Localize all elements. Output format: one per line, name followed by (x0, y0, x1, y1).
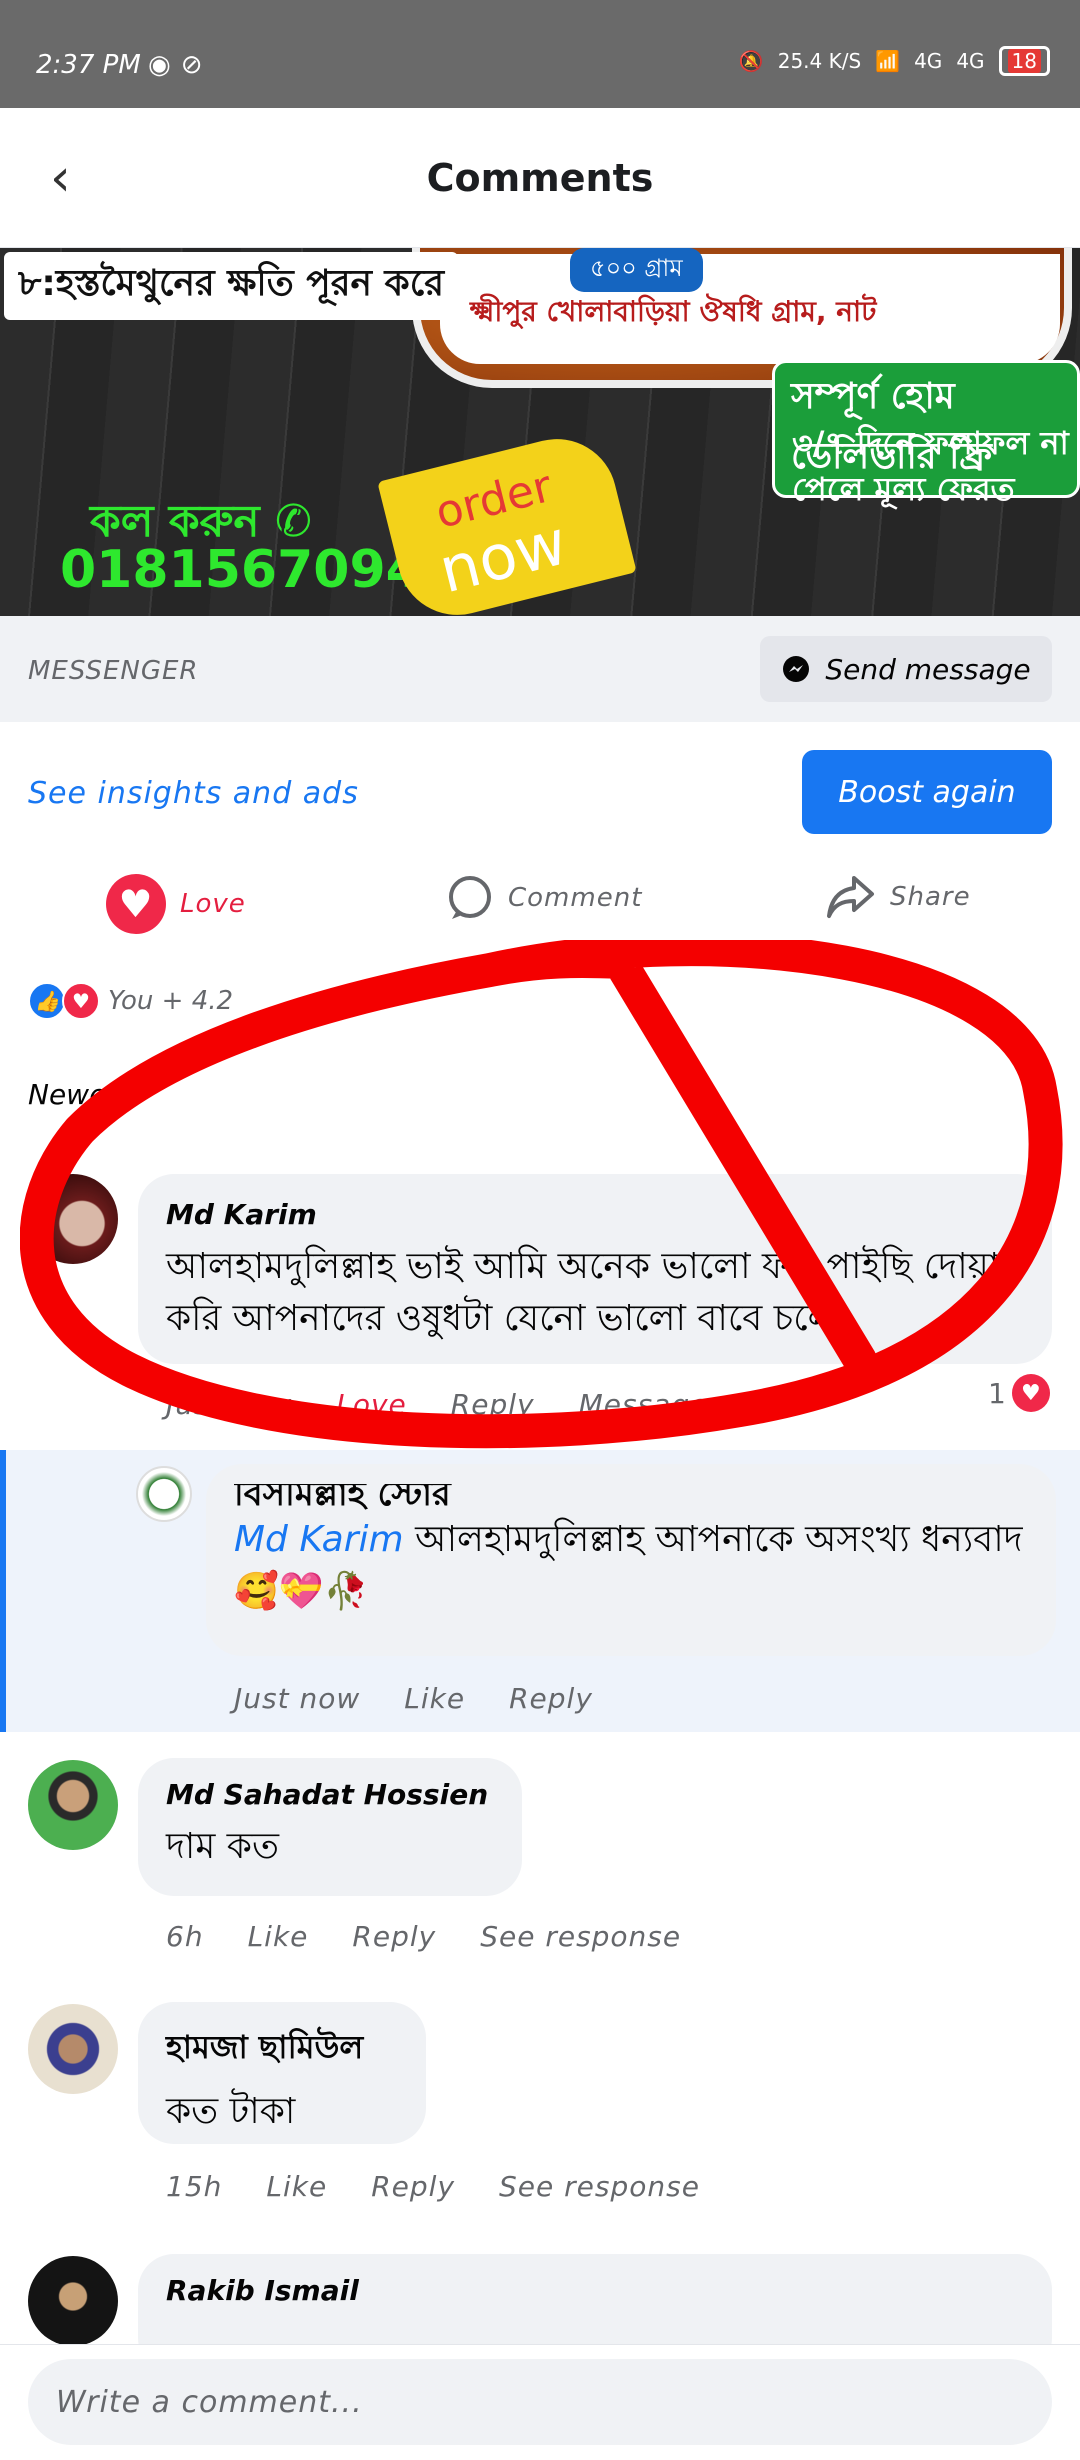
jar-weight-badge: ৫০০ গ্রাম (570, 248, 703, 292)
signal-1: 4G (914, 49, 943, 73)
comment-time: 15h (166, 2170, 223, 2203)
love-reaction-link[interactable]: Love (336, 1388, 407, 1421)
reply-thread: বিসমিল্লাহ স্টোর Md Karim আলহামদুলিল্লাহ… (0, 1450, 1080, 1732)
comment-author[interactable]: Rakib Ismail (166, 2274, 1024, 2307)
order-now-badge: order now (377, 426, 637, 616)
reply-text: Md Karim আলহামদুলিল্লাহ আপনাকে অসংখ্য ধন… (234, 1519, 1023, 1612)
comment-meta: Just now Love Reply Message (166, 1388, 708, 1421)
guarantee-text: ৩/৭ দিনে ফলাফল না পেলে মূল্য ফেরত (792, 424, 1069, 508)
share-icon (827, 876, 874, 918)
comment-meta: 6h Like Reply See response (166, 1920, 681, 1953)
love-reaction-icon: ♥ (62, 982, 100, 1020)
post-actions: ♥ Love Comment Share (0, 870, 1080, 940)
avatar[interactable] (28, 1760, 118, 1850)
see-response-link[interactable]: See response (499, 2170, 700, 2203)
ad-banner-image[interactable]: ক্ষ্মীপুর খোলাবাড়িয়া ঔষধি গ্রাম, নাট ৫… (0, 248, 1080, 616)
status-right: 🔕 25.4 K/S 📶 4G 4G 18 (739, 46, 1050, 76)
comment-text: দাম কত (166, 1826, 279, 1867)
reply-link[interactable]: Reply (451, 1388, 535, 1421)
see-response-link[interactable]: See response (480, 1920, 681, 1953)
send-message-button[interactable]: Send message (760, 636, 1052, 702)
reaction-count: You + 4.2 (108, 986, 234, 1016)
heart-icon: ♥ (1011, 1374, 1050, 1412)
status-time: 2:37 PM (36, 50, 141, 80)
messenger-bar: MESSENGER Send message (0, 616, 1080, 722)
reaction-summary[interactable]: 👍 ♥ You + 4.2 (28, 982, 233, 1020)
top-app-bar: ‹ Comments (0, 108, 1080, 248)
banner-tagline: ৮:হস্তমৈথুনের ক্ষতি পূরন করে (4, 252, 458, 320)
page-avatar[interactable] (136, 1466, 192, 1522)
reply-link[interactable]: Reply (371, 2170, 455, 2203)
comment-text: আলহামদুলিল্লাহ ভাই আমি অনেক ভালো ফল পাইছ… (166, 1246, 1000, 1339)
reply-author[interactable]: বিসমিল্লাহ স্টোর (234, 1484, 1028, 1514)
battery-icon: 18 (998, 46, 1050, 76)
heart-icon: ♥ (106, 874, 166, 934)
comment-bubble[interactable]: Md Karim আলহামদুলিল্লাহ ভাই আমি অনেক ভাল… (138, 1174, 1052, 1364)
like-link[interactable]: Like (404, 1682, 465, 1715)
like-link[interactable]: Like (266, 2170, 327, 2203)
status-notification-icons: ◉ ⊘ (148, 50, 202, 80)
sort-dropdown[interactable]: Newest (28, 1078, 132, 1111)
boost-again-button[interactable]: Boost again (802, 750, 1052, 834)
comment-bubble[interactable]: হামজা ছামিউল কত টাকা (138, 2002, 426, 2144)
comment-input[interactable]: Write a comment... (28, 2359, 1052, 2445)
love-button[interactable]: ♥ Love (106, 874, 246, 934)
status-bar: 2:37 PM ◉ ⊘ 🔕 25.4 K/S 📶 4G 4G 18 (0, 0, 1080, 108)
like-link[interactable]: Like (248, 1920, 309, 1953)
net-speed: 25.4 K/S (777, 49, 862, 73)
comment-author[interactable]: Md Sahadat Hossien (166, 1778, 494, 1811)
comment-button[interactable]: Comment (446, 874, 642, 922)
messenger-icon: ◉ (148, 50, 171, 80)
comment-meta: 15h Like Reply See response (166, 2170, 700, 2203)
mute-icon: 🔕 (738, 49, 764, 73)
avatar[interactable] (28, 2256, 118, 2346)
signal-2: 4G (956, 49, 985, 73)
reply-link[interactable]: Reply (352, 1920, 436, 1953)
comment-time: 6h (166, 1920, 204, 1953)
messenger-label: MESSENGER (28, 656, 199, 686)
message-link[interactable]: Message (579, 1388, 709, 1421)
comment-icon (449, 876, 491, 919)
reply-bubble[interactable]: বিসমিল্লাহ স্টোর Md Karim আলহামদুলিল্লাহ… (206, 1464, 1056, 1656)
like-reaction-icon: 👍 (28, 982, 66, 1020)
share-button[interactable]: Share (826, 874, 971, 920)
see-insights-link[interactable]: See insights and ads (28, 776, 359, 811)
comment-author[interactable]: হামজা ছামিউল (166, 2022, 398, 2076)
messenger-icon (783, 656, 810, 682)
sync-icon: ⊘ (180, 50, 203, 80)
reply-link[interactable]: Reply (509, 1682, 593, 1715)
wifi-icon: 📶 (875, 49, 901, 73)
comment-text: কত টাকা (166, 2091, 296, 2132)
comment-time: Just now (166, 1388, 293, 1421)
comment-composer: Write a comment... (0, 2344, 1080, 2460)
reply-time: Just now (234, 1682, 361, 1715)
avatar[interactable] (28, 2004, 118, 2094)
mention-link[interactable]: Md Karim (234, 1519, 404, 1560)
page-title: Comments (426, 156, 654, 200)
jar-label: ক্ষ্মীপুর খোলাবাড়িয়া ঔষধি গ্রাম, নাট (440, 254, 1060, 364)
avatar[interactable] (28, 1174, 118, 1264)
comment-author[interactable]: Md Karim (166, 1198, 1024, 1231)
reply-meta: Just now Like Reply (234, 1682, 593, 1715)
comment-bubble[interactable]: Md Sahadat Hossien দাম কত (138, 1758, 522, 1896)
comment-reaction-count[interactable]: 1 ♥ (988, 1374, 1050, 1412)
